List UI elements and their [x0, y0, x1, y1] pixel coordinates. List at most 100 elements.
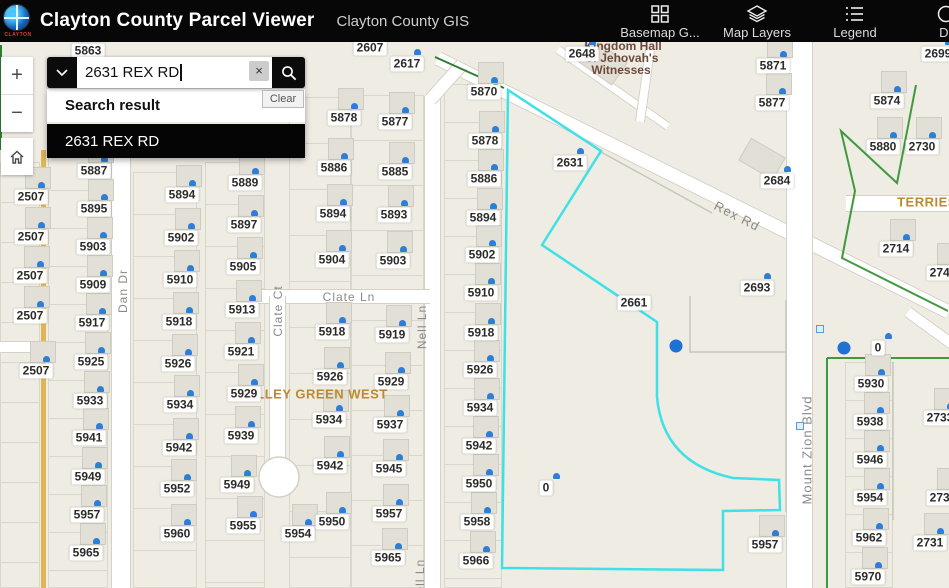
- parcel-label: 2740: [926, 265, 949, 281]
- parcel-label: 2648: [565, 46, 599, 62]
- clear-search-button[interactable]: ×: [249, 61, 269, 81]
- parcel-label: 5878: [468, 133, 502, 149]
- rex-rd-road: [434, 51, 949, 319]
- dan-dr-road: [111, 146, 131, 588]
- water-meter-icon: [250, 511, 257, 517]
- parcel-label: 2661: [617, 295, 651, 311]
- zoom-in-button[interactable]: +: [1, 57, 33, 94]
- parcel-label: 5886: [467, 171, 501, 187]
- search-source-dropdown[interactable]: [47, 57, 77, 88]
- parcel-label: 5930: [854, 376, 888, 392]
- water-meter-icon: [486, 469, 493, 475]
- parcel-label: 2507: [19, 363, 53, 379]
- water-meter-icon: [929, 132, 936, 138]
- mount-zion-blvd-road: [786, 42, 813, 588]
- utility-point-icon: [669, 339, 683, 353]
- water-meter-icon: [99, 308, 106, 314]
- parcel-label: 2507: [13, 268, 47, 284]
- water-meter-icon: [251, 210, 258, 216]
- parcel-label: 5941: [72, 430, 106, 446]
- parcel-label: 5955: [226, 518, 260, 534]
- water-meter-icon: [402, 157, 409, 163]
- map-layers-icon: [746, 4, 768, 24]
- water-meter-icon: [577, 148, 584, 154]
- water-meter-icon: [486, 431, 493, 437]
- water-meter-icon: [772, 530, 779, 536]
- water-meter-icon: [244, 470, 251, 476]
- water-meter-icon: [188, 223, 195, 229]
- west-road-stub: [0, 341, 34, 353]
- clear-tooltip: Clear: [262, 90, 304, 108]
- water-meter-icon: [341, 153, 348, 159]
- water-meter-icon: [185, 349, 192, 355]
- water-meter-icon: [337, 451, 344, 457]
- parcel-label: 5942: [462, 438, 496, 454]
- chevron-down-icon: [56, 68, 68, 76]
- map-canvas[interactable]: 5863 2607 2617 2648 2699 5871 5877 5874 5880 2730…: [0, 0, 949, 588]
- nav-map-layers[interactable]: Map Layers: [702, 0, 812, 42]
- parcel-label: 5895: [77, 201, 111, 217]
- parcel-label: 5921: [224, 344, 258, 360]
- water-meter-icon: [764, 273, 771, 279]
- parcel-label: 5965: [69, 545, 103, 561]
- nav-draw[interactable]: Dr: [891, 0, 949, 42]
- parcel-label: 2507: [14, 229, 48, 245]
- app-header: CLAYTON Clayton County Parcel Viewer Cla…: [0, 0, 949, 42]
- water-meter-icon: [95, 462, 102, 468]
- water-meter-icon: [784, 166, 791, 172]
- street-label: VALLEY GREEN WEST: [238, 386, 388, 402]
- water-meter-icon: [877, 407, 884, 413]
- water-meter-icon: [894, 86, 901, 92]
- water-meter-icon: [877, 483, 884, 489]
- home-button[interactable]: [1, 138, 33, 175]
- water-meter-icon: [339, 317, 346, 323]
- search-input[interactable]: 2631 REX RD ×: [77, 57, 272, 88]
- water-meter-icon: [876, 523, 883, 529]
- parcel-label: 5962: [852, 530, 886, 546]
- nav-basemap-gallery[interactable]: Basemap G...: [605, 0, 715, 42]
- water-meter-icon: [890, 132, 897, 138]
- water-meter-icon: [398, 367, 405, 373]
- parcel-label: 5877: [755, 95, 789, 111]
- parcel-label: 5926: [463, 362, 497, 378]
- legend-icon: [845, 4, 865, 24]
- parcel-label: 2684: [760, 173, 794, 189]
- draw-icon: [936, 4, 949, 24]
- parcel-label: 5934: [312, 412, 346, 428]
- water-meter-icon: [96, 423, 103, 429]
- parcel-label: 5952: [160, 481, 194, 497]
- parcel-label: 5966: [459, 553, 493, 569]
- water-meter-icon: [101, 194, 108, 200]
- parcel-label: 2730: [926, 490, 949, 506]
- parcel-label: 5887: [77, 163, 111, 179]
- water-meter-icon: [340, 199, 347, 205]
- water-meter-icon: [184, 474, 191, 480]
- catch-basin-icon: [796, 422, 804, 430]
- parcel-label: 5945: [372, 461, 406, 477]
- search-button[interactable]: [272, 57, 305, 88]
- water-meter-icon: [305, 519, 312, 525]
- water-meter-icon: [339, 507, 346, 513]
- water-meter-icon: [38, 182, 45, 188]
- water-meter-icon: [402, 107, 409, 113]
- home-control: [1, 138, 33, 175]
- parcel-label: 5942: [313, 458, 347, 474]
- parcel-label: 5937: [373, 417, 407, 433]
- parcel-label: 5926: [161, 356, 195, 372]
- search-widget: 2631 REX RD ×: [47, 57, 305, 88]
- catch-basin-icon: [816, 325, 824, 333]
- search-text: 2631 REX RD: [85, 64, 180, 81]
- street-label: Clate Ct: [271, 285, 285, 337]
- water-meter-icon: [490, 203, 497, 209]
- poi-label: Witnesses: [591, 63, 651, 77]
- water-meter-icon: [488, 318, 495, 324]
- app-title: Clayton County Parcel Viewer: [40, 10, 315, 31]
- parcel-label: 5894: [316, 206, 350, 222]
- water-meter-icon: [38, 222, 45, 228]
- parcel-label: 5904: [315, 252, 349, 268]
- water-meter-icon: [248, 337, 255, 343]
- water-meter-icon: [487, 355, 494, 361]
- parcel-label: 5934: [463, 400, 497, 416]
- search-result-item[interactable]: 2631 REX RD: [47, 124, 305, 158]
- zoom-out-button[interactable]: −: [1, 95, 33, 132]
